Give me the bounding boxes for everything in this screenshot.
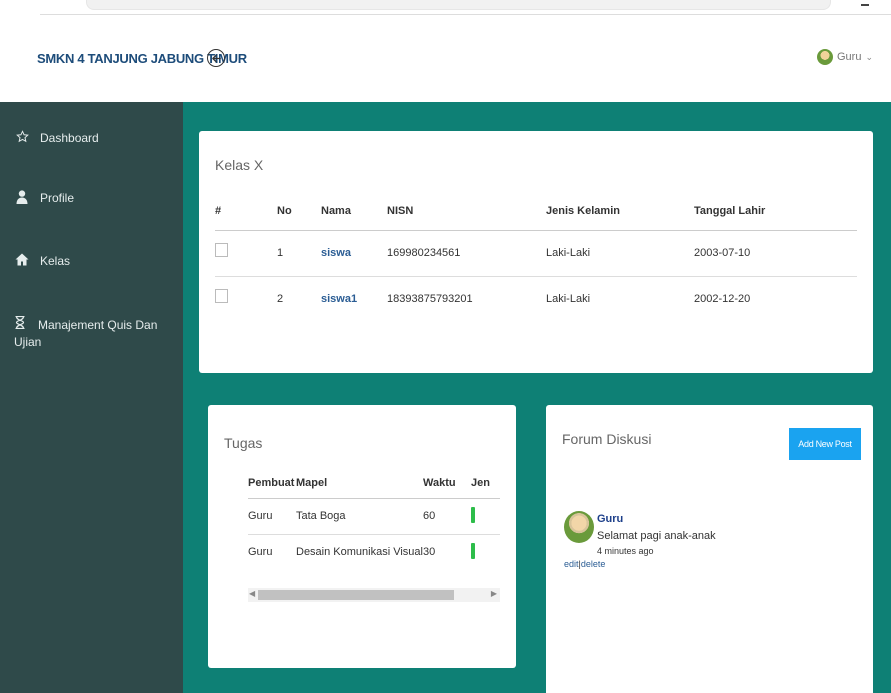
table-row: Guru Tata Boga 60 bbox=[248, 498, 500, 535]
scroll-right-icon[interactable]: ▶ bbox=[491, 589, 497, 598]
cell-mapel: Tata Boga bbox=[296, 498, 423, 535]
cell-nisn: 18393875793201 bbox=[387, 293, 473, 306]
tugas-table-scroll-area[interactable]: Pembuat Mapel Waktu Jen Guru Tata Boga 6… bbox=[248, 468, 500, 570]
cell-nisn: 169980234561 bbox=[387, 230, 546, 277]
post-actions: edit|delete bbox=[564, 559, 605, 569]
add-new-post-button[interactable]: Add New Post bbox=[789, 428, 861, 460]
delete-post-link[interactable]: delete bbox=[581, 559, 606, 569]
row-checkbox[interactable] bbox=[215, 288, 228, 303]
forum-title: Forum Diskusi bbox=[562, 431, 652, 447]
table-header-row: # No Nama NISN Jenis Kelamin Tanggal Lah… bbox=[215, 193, 857, 231]
kelas-card: Kelas X # No Nama NISN Jenis Kelamin Tan… bbox=[199, 131, 873, 373]
cell-mapel: Desain Komunikasi Visual bbox=[296, 546, 423, 559]
column-header-jenis-kelamin[interactable]: Jenis Kelamin bbox=[546, 193, 694, 231]
tugas-table: Pembuat Mapel Waktu Jen Guru Tata Boga 6… bbox=[248, 468, 500, 570]
arrow-left-icon bbox=[211, 54, 221, 62]
home-icon bbox=[14, 253, 30, 271]
sidebar-item-kelas[interactable]: Kelas bbox=[14, 253, 70, 271]
column-header-mapel[interactable]: Mapel bbox=[296, 468, 423, 499]
tugas-card: Tugas Pembuat Mapel Waktu Jen Guru Tata … bbox=[208, 405, 516, 668]
edit-post-link[interactable]: edit bbox=[564, 559, 579, 569]
sidebar-item-profile[interactable]: Profile bbox=[14, 190, 74, 209]
tugas-title: Tugas bbox=[224, 435, 263, 451]
column-header-nama[interactable]: Nama bbox=[321, 193, 387, 231]
post-time: 4 minutes ago bbox=[597, 546, 654, 556]
user-menu[interactable]: Guru ⌄ bbox=[816, 49, 873, 65]
kelas-table: # No Nama NISN Jenis Kelamin Tanggal Lah… bbox=[215, 193, 857, 322]
sidebar-item-manajemen-quis[interactable]: Manajement Quis Dan Ujian bbox=[12, 315, 174, 351]
avatar bbox=[816, 49, 833, 65]
minimize-icon[interactable] bbox=[861, 4, 869, 6]
sidebar-toggle-button[interactable] bbox=[207, 49, 225, 67]
chevron-down-icon: ⌄ bbox=[865, 51, 873, 62]
main-content: Kelas X # No Nama NISN Jenis Kelamin Tan… bbox=[183, 102, 891, 693]
sidebar-item-label: Dashboard bbox=[40, 131, 99, 145]
table-row: Guru Desain Komunikasi Visual 30 bbox=[248, 534, 500, 570]
user-icon bbox=[14, 190, 30, 209]
cell-pembuat: Guru bbox=[248, 546, 273, 559]
student-name-link[interactable]: siswa bbox=[321, 247, 351, 259]
post-message: Selamat pagi anak-anak bbox=[597, 530, 716, 542]
kelas-title: Kelas X bbox=[215, 157, 264, 173]
forum-card: Forum Diskusi Add New Post Guru Selamat … bbox=[546, 405, 873, 693]
horizontal-scrollbar[interactable]: ◀ ▶ bbox=[248, 588, 500, 602]
scroll-left-icon[interactable]: ◀ bbox=[249, 589, 255, 598]
sidebar-item-label: Kelas bbox=[40, 254, 71, 268]
column-header-jenis[interactable]: Jen bbox=[470, 468, 500, 499]
status-badge bbox=[470, 542, 475, 559]
cell-no: 1 bbox=[277, 230, 321, 277]
sidebar-item-label: Profile bbox=[40, 191, 75, 205]
table-header-row: Pembuat Mapel Waktu Jen bbox=[248, 468, 500, 499]
column-header-select: # bbox=[215, 193, 277, 231]
table-row: 2 siswa1 18393875793201 Laki-Laki 2002-1… bbox=[215, 276, 857, 322]
column-header-waktu[interactable]: Waktu bbox=[422, 468, 471, 499]
sidebar-item-dashboard[interactable]: Dashboard bbox=[14, 130, 99, 148]
column-header-no[interactable]: No bbox=[277, 193, 321, 231]
hourglass-icon bbox=[12, 315, 28, 334]
cell-waktu: 60 bbox=[422, 498, 471, 535]
sidebar: Dashboard Profile Kelas Manajement Quis … bbox=[0, 102, 183, 693]
cell-waktu: 30 bbox=[422, 546, 436, 559]
top-navbar: SMKN 4 TANJUNG JABUNG TIMUR Guru ⌄ bbox=[0, 15, 891, 102]
cell-no: 2 bbox=[277, 293, 284, 306]
cell-jenis-kelamin: Laki-Laki bbox=[546, 230, 694, 277]
column-header-tanggal-lahir[interactable]: Tanggal Lahir bbox=[694, 193, 857, 231]
status-badge bbox=[470, 506, 475, 523]
address-bar[interactable] bbox=[86, 0, 831, 10]
scrollbar-thumb[interactable] bbox=[258, 590, 454, 600]
table-row: 1 siswa 169980234561 Laki-Laki 2003-07-1… bbox=[215, 230, 857, 277]
browser-top-strip bbox=[0, 0, 891, 15]
star-icon bbox=[14, 130, 30, 148]
cell-tanggal-lahir: 2003-07-10 bbox=[694, 230, 857, 277]
user-name: Guru bbox=[836, 51, 862, 63]
cell-pembuat: Guru bbox=[248, 498, 296, 535]
row-checkbox[interactable] bbox=[215, 242, 228, 257]
column-header-pembuat[interactable]: Pembuat bbox=[248, 468, 296, 499]
avatar bbox=[564, 511, 594, 543]
cell-tanggal-lahir: 2002-12-20 bbox=[694, 293, 751, 306]
student-name-link[interactable]: siswa1 bbox=[321, 293, 357, 305]
sidebar-item-label: Manajement Quis Dan Ujian bbox=[14, 318, 158, 349]
column-header-nisn[interactable]: NISN bbox=[387, 193, 546, 231]
post-author[interactable]: Guru bbox=[597, 513, 623, 525]
cell-jenis-kelamin: Laki-Laki bbox=[546, 293, 591, 306]
